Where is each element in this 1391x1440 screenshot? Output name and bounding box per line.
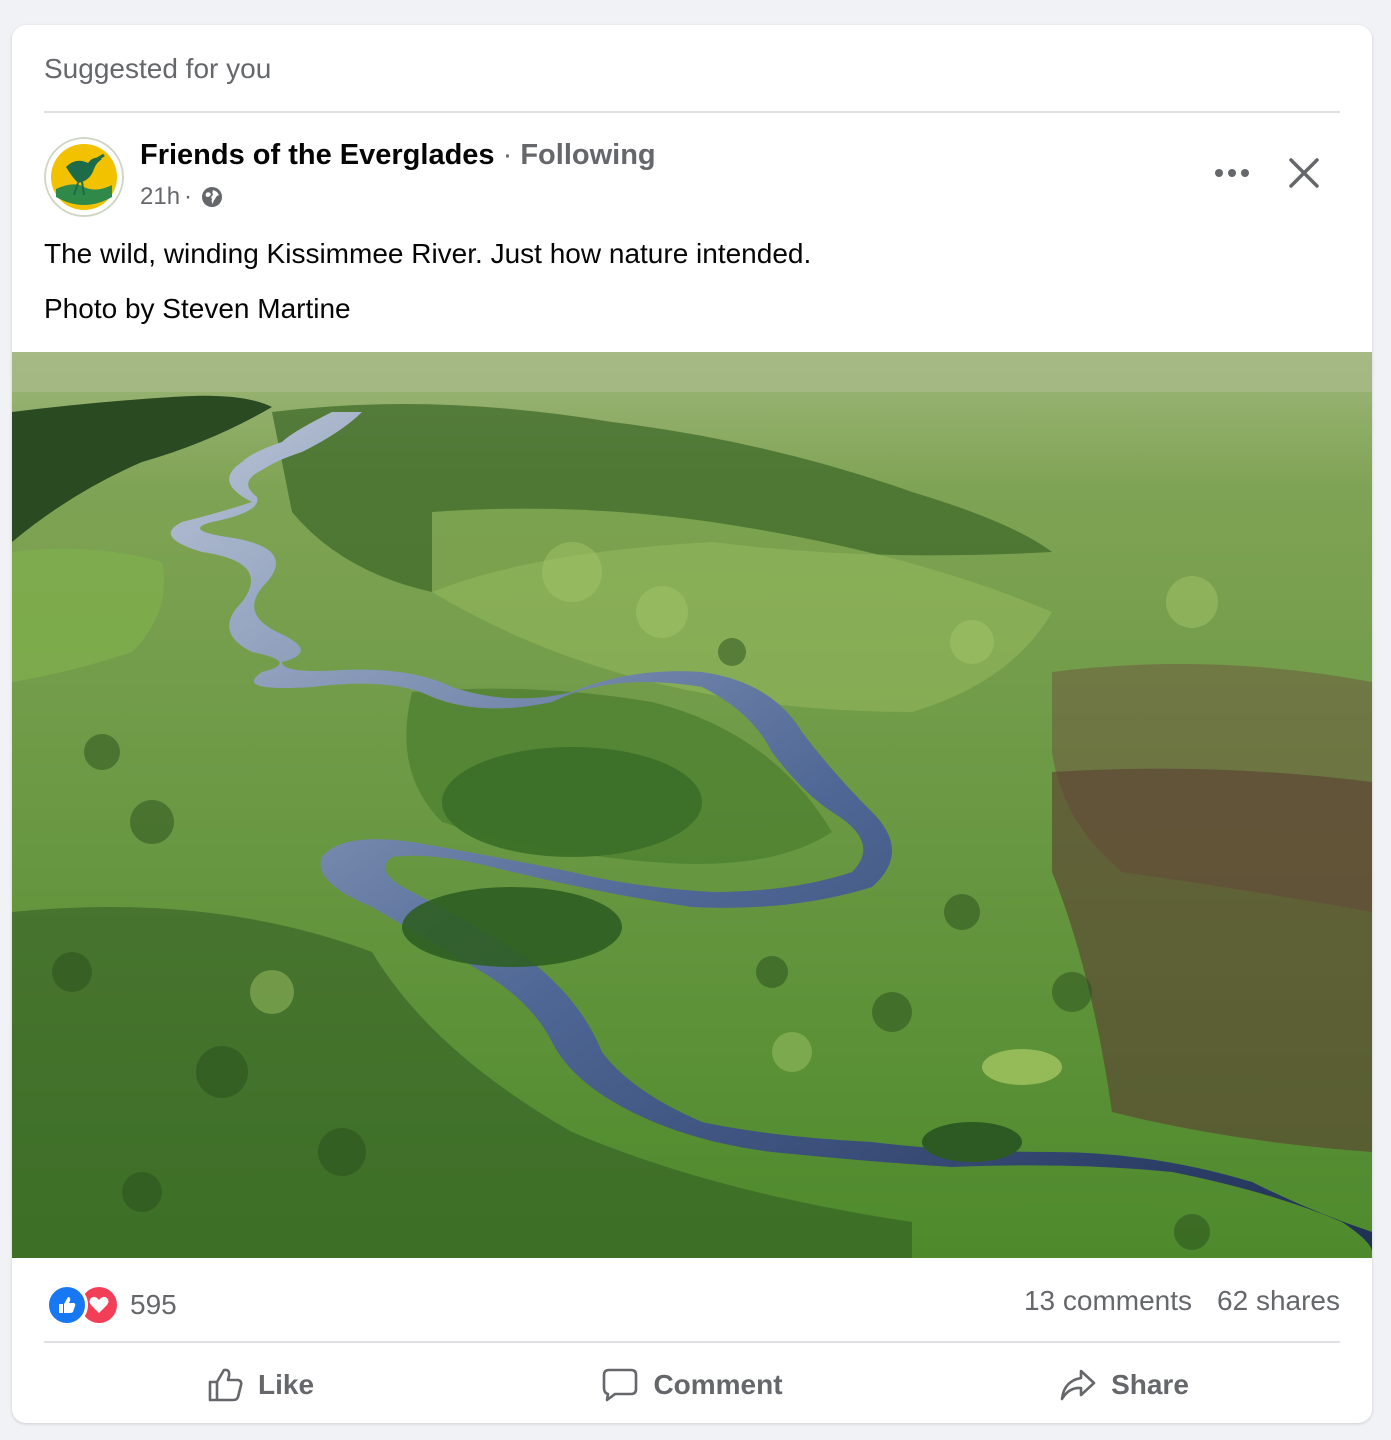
post-photo[interactable] [12,352,1372,1258]
globe-icon[interactable] [200,185,224,209]
header-divider [44,111,1340,113]
thumbs-up-icon [208,1368,243,1402]
comment-button[interactable]: Comment [476,1351,908,1419]
comment-bubble-icon [603,1368,638,1402]
name-separator: · [494,139,521,171]
engagement-counts: 13 comments 62 shares [1024,1285,1340,1317]
reaction-count: 595 [130,1289,177,1320]
like-icon [46,1284,88,1326]
action-bar: Like Comment Share [44,1351,1340,1419]
comments-count-link[interactable]: 13 comments [1024,1285,1192,1317]
page-name-link[interactable]: Friends of the Everglades [140,139,495,171]
post-meta: 21h · [140,183,224,211]
post-card: Suggested for you Friends of the Evergla… [12,25,1372,1423]
actions-divider [44,1341,1340,1343]
share-arrow-icon [1060,1369,1096,1401]
following-button[interactable]: Following [520,139,655,171]
more-options-button[interactable] [1208,149,1256,197]
comment-label: Comment [653,1369,783,1400]
post-text-line-2: Photo by Steven Martine [44,293,351,324]
post-message: The wild, winding Kissimmee River. Just … [44,237,811,347]
like-label: Like [257,1369,315,1400]
page-avatar[interactable] [44,137,124,217]
like-button[interactable]: Like [44,1351,476,1419]
shares-count-link[interactable]: 62 shares [1217,1285,1340,1317]
share-label: Share [1111,1369,1189,1400]
hide-post-button[interactable] [1280,149,1328,197]
post-timestamp[interactable]: 21h [140,183,180,211]
post-text-line-1: The wild, winding Kissimmee River. Just … [44,238,812,269]
meta-separator: · [184,183,193,210]
river-landscape-image [12,352,1372,1258]
more-dots-icon [1215,169,1249,177]
reaction-summary[interactable]: 595 [46,1284,177,1326]
post-author-line: Friends of the Everglades · Following [140,139,656,172]
close-icon [1289,158,1319,188]
suggested-label: Suggested for you [44,53,272,84]
share-button[interactable]: Share [908,1351,1340,1419]
